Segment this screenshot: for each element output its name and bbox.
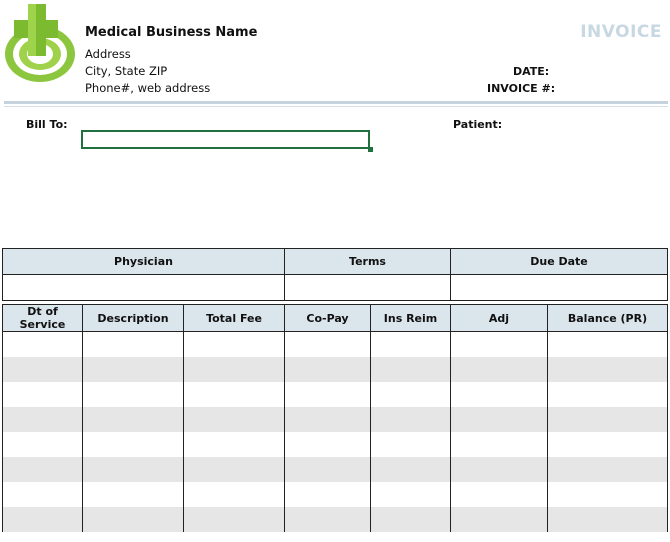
table-cell[interactable] [2, 357, 83, 382]
terms-cell[interactable] [284, 274, 451, 301]
table-cell[interactable] [547, 382, 668, 407]
table-cell[interactable] [450, 357, 548, 382]
business-phone-web: Phone#, web address [85, 81, 211, 95]
balance-header: Balance (PR) [547, 304, 668, 332]
table-row [2, 507, 668, 532]
table-cell[interactable] [547, 407, 668, 432]
table-cell[interactable] [370, 457, 451, 482]
medical-cross-logo-icon [2, 2, 78, 86]
physician-cell[interactable] [2, 274, 285, 301]
due-date-header: Due Date [450, 248, 668, 275]
business-address: Address [85, 47, 131, 61]
table-cell[interactable] [450, 482, 548, 507]
invoice-number-label: INVOICE #: [487, 82, 556, 95]
table-row [2, 331, 668, 357]
business-city-state-zip: City, State ZIP [85, 64, 168, 78]
bill-to-label: Bill To: [26, 118, 68, 131]
table-cell[interactable] [82, 331, 184, 357]
ins-reim-header: Ins Reim [370, 304, 451, 332]
table-cell[interactable] [183, 382, 285, 407]
fill-handle[interactable] [368, 147, 373, 152]
table-cell[interactable] [82, 457, 184, 482]
table-cell[interactable] [547, 482, 668, 507]
table-cell[interactable] [183, 457, 285, 482]
table-cell[interactable] [450, 457, 548, 482]
table-cell[interactable] [82, 482, 184, 507]
header-divider-thin [4, 106, 668, 107]
table-row [2, 482, 668, 507]
info-table: Physician Terms Due Date [2, 248, 668, 301]
table-cell[interactable] [284, 507, 371, 532]
table-row [2, 357, 668, 382]
table-cell[interactable] [2, 482, 83, 507]
table-cell[interactable] [82, 407, 184, 432]
table-cell[interactable] [450, 382, 548, 407]
table-row [2, 407, 668, 432]
co-pay-header: Co-Pay [284, 304, 371, 332]
service-table: Dt of Service Description Total Fee Co-P… [2, 304, 668, 532]
table-cell[interactable] [183, 407, 285, 432]
patient-label: Patient: [453, 118, 503, 131]
table-cell[interactable] [284, 432, 371, 457]
table-cell[interactable] [82, 382, 184, 407]
table-cell[interactable] [183, 331, 285, 357]
table-cell[interactable] [370, 432, 451, 457]
table-cell[interactable] [547, 331, 668, 357]
table-cell[interactable] [547, 507, 668, 532]
table-cell[interactable] [450, 331, 548, 357]
table-cell[interactable] [370, 507, 451, 532]
table-row [2, 432, 668, 457]
service-rows [2, 331, 668, 532]
dt-of-service-header: Dt of Service [2, 304, 83, 332]
table-cell[interactable] [370, 407, 451, 432]
table-cell[interactable] [450, 432, 548, 457]
table-cell[interactable] [82, 357, 184, 382]
table-cell[interactable] [450, 507, 548, 532]
table-cell[interactable] [183, 357, 285, 382]
table-cell[interactable] [450, 407, 548, 432]
table-cell[interactable] [547, 357, 668, 382]
table-cell[interactable] [284, 382, 371, 407]
date-label: DATE: [513, 65, 550, 78]
due-date-cell[interactable] [450, 274, 668, 301]
table-cell[interactable] [2, 432, 83, 457]
adj-header: Adj [450, 304, 548, 332]
table-cell[interactable] [2, 331, 83, 357]
table-cell[interactable] [370, 482, 451, 507]
table-cell[interactable] [284, 357, 371, 382]
physician-header: Physician [2, 248, 285, 275]
table-cell[interactable] [284, 407, 371, 432]
table-cell[interactable] [284, 457, 371, 482]
table-cell[interactable] [284, 331, 371, 357]
table-cell[interactable] [370, 331, 451, 357]
business-name: Medical Business Name [85, 25, 258, 40]
table-row [2, 382, 668, 407]
table-cell[interactable] [547, 457, 668, 482]
invoice-title: INVOICE [580, 22, 662, 42]
bill-to-selected-cell[interactable] [81, 130, 370, 149]
total-fee-header: Total Fee [183, 304, 285, 332]
description-header: Description [82, 304, 184, 332]
table-cell[interactable] [82, 432, 184, 457]
terms-header: Terms [284, 248, 451, 275]
table-cell[interactable] [370, 382, 451, 407]
table-cell[interactable] [183, 432, 285, 457]
table-cell[interactable] [183, 482, 285, 507]
header-divider [4, 101, 668, 104]
table-cell[interactable] [2, 382, 83, 407]
table-cell[interactable] [82, 507, 184, 532]
table-cell[interactable] [2, 457, 83, 482]
table-cell[interactable] [370, 357, 451, 382]
table-cell[interactable] [547, 432, 668, 457]
table-row [2, 457, 668, 482]
table-cell[interactable] [2, 507, 83, 532]
table-cell[interactable] [183, 507, 285, 532]
table-cell[interactable] [2, 407, 83, 432]
table-cell[interactable] [284, 482, 371, 507]
